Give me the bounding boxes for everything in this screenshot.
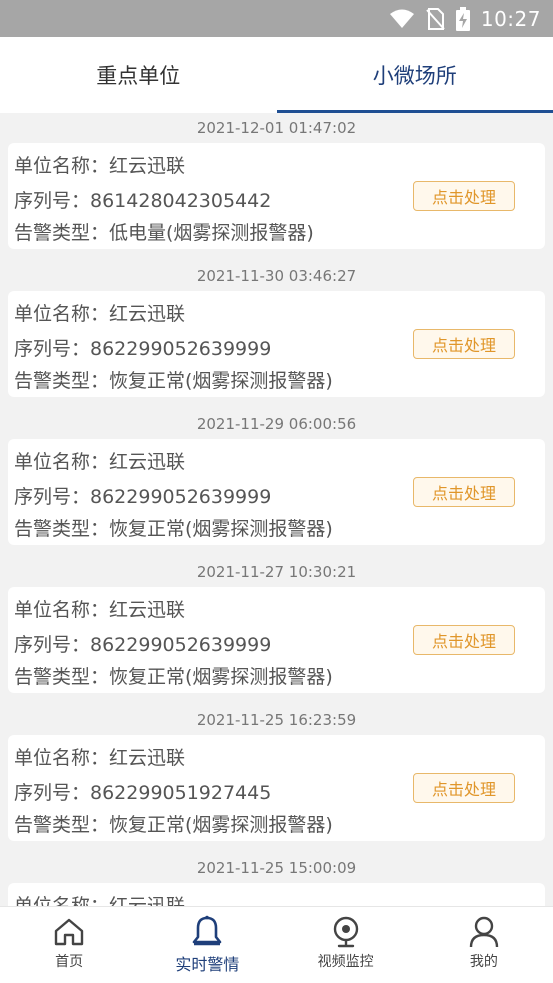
alarm-type: 告警类型：恢复正常(烟雾探测报警器): [14, 370, 333, 392]
alarm-item: 2021-11-29 06:00:56 单位名称：红云迅联 序列号：862299…: [0, 409, 553, 557]
bell-icon: [191, 915, 223, 949]
home-icon: [53, 915, 85, 949]
alarm-type: 告警类型：恢复正常(烟雾探测报警器): [14, 518, 333, 540]
handle-button[interactable]: 点击处理: [413, 625, 515, 655]
handle-button[interactable]: 点击处理: [413, 181, 515, 211]
nav-label: 首页: [55, 954, 84, 970]
tab-label: 小微场所: [372, 64, 457, 88]
nav-home[interactable]: 首页: [0, 907, 138, 983]
nav-realtime-alarms[interactable]: 实时警情: [138, 907, 276, 983]
handle-button[interactable]: 点击处理: [413, 773, 515, 803]
alarm-item: 2021-11-30 03:46:27 单位名称：红云迅联 序列号：862299…: [0, 261, 553, 409]
serial-number: 序列号：862299052639999: [14, 486, 272, 508]
alarm-item: 2021-11-25 16:23:59 单位名称：红云迅联 序列号：862299…: [0, 705, 553, 853]
serial-number: 序列号：862299051927445: [14, 782, 272, 804]
handle-button[interactable]: 点击处理: [413, 477, 515, 507]
alarm-timestamp: 2021-11-29 06:00:56: [196, 415, 357, 433]
alarm-item: 2021-12-01 01:47:02 单位名称：红云迅联 序列号：861428…: [0, 113, 553, 261]
handle-button[interactable]: 点击处理: [413, 329, 515, 359]
alarm-card: 单位名称：红云迅联 序列号：862299051927445 告警类型：恢复正常(…: [8, 735, 545, 841]
no-sim-icon: [425, 7, 445, 30]
alarm-card: 单位名称：红云迅联 序列号：862299052639999 告警类型：恢复正常(…: [8, 587, 545, 693]
tab-label: 重点单位: [96, 64, 181, 88]
alarm-item: 2021-11-25 15:00:09 单位名称：红云迅联: [0, 853, 553, 906]
status-bar: 10:27: [0, 0, 553, 37]
unit-name: 单位名称：红云迅联: [14, 155, 186, 177]
alarm-timestamp: 2021-11-25 15:00:09: [196, 859, 357, 877]
alarm-timestamp: 2021-11-25 16:23:59: [196, 711, 357, 729]
nav-label: 我的: [469, 954, 498, 970]
alarm-timestamp: 2021-11-27 10:30:21: [196, 563, 357, 581]
alarm-item: 2021-11-27 10:30:21 单位名称：红云迅联 序列号：862299…: [0, 557, 553, 705]
alarm-card: 单位名称：红云迅联 序列号：862299052639999 告警类型：恢复正常(…: [8, 291, 545, 397]
nav-label: 视频监控: [317, 954, 374, 970]
bottom-nav: 首页 实时警情 视频监控 我的: [0, 906, 553, 983]
alarm-card: 单位名称：红云迅联 序列号：861428042305442 告警类型：低电量(烟…: [8, 143, 545, 249]
nav-video-monitoring[interactable]: 视频监控: [277, 907, 415, 983]
alarm-type: 告警类型：恢复正常(烟雾探测报警器): [14, 666, 333, 688]
tab-small-venues[interactable]: 小微场所: [276, 37, 553, 113]
alarm-card: 单位名称：红云迅联: [8, 883, 545, 906]
unit-name: 单位名称：红云迅联: [14, 303, 186, 325]
unit-name: 单位名称：红云迅联: [14, 451, 186, 473]
serial-number: 序列号：862299052639999: [14, 634, 272, 656]
unit-name: 单位名称：红云迅联: [14, 895, 186, 906]
status-time: 10:27: [480, 6, 541, 31]
nav-label: 实时警情: [175, 955, 240, 974]
unit-name: 单位名称：红云迅联: [14, 599, 186, 621]
tab-key-units[interactable]: 重点单位: [0, 37, 277, 113]
tab-bar: 重点单位 小微场所: [0, 37, 553, 113]
alarm-timestamp: 2021-11-30 03:46:27: [196, 267, 357, 285]
nav-mine[interactable]: 我的: [415, 907, 553, 983]
battery-charging-icon: [455, 6, 471, 31]
wifi-icon: [389, 9, 415, 29]
app-screen: 10:27 重点单位 小微场所 2021-12-01 01:47:02 单位名称…: [0, 0, 553, 983]
alarm-timestamp: 2021-12-01 01:47:02: [196, 119, 357, 137]
alarm-list[interactable]: 2021-12-01 01:47:02 单位名称：红云迅联 序列号：861428…: [0, 113, 553, 906]
user-icon: [468, 915, 500, 949]
serial-number: 序列号：861428042305442: [14, 190, 272, 212]
camera-icon: [330, 915, 362, 949]
alarm-type: 告警类型：低电量(烟雾探测报警器): [14, 222, 314, 244]
alarm-type: 告警类型：恢复正常(烟雾探测报警器): [14, 814, 333, 836]
alarm-card: 单位名称：红云迅联 序列号：862299052639999 告警类型：恢复正常(…: [8, 439, 545, 545]
serial-number: 序列号：862299052639999: [14, 338, 272, 360]
unit-name: 单位名称：红云迅联: [14, 747, 186, 769]
